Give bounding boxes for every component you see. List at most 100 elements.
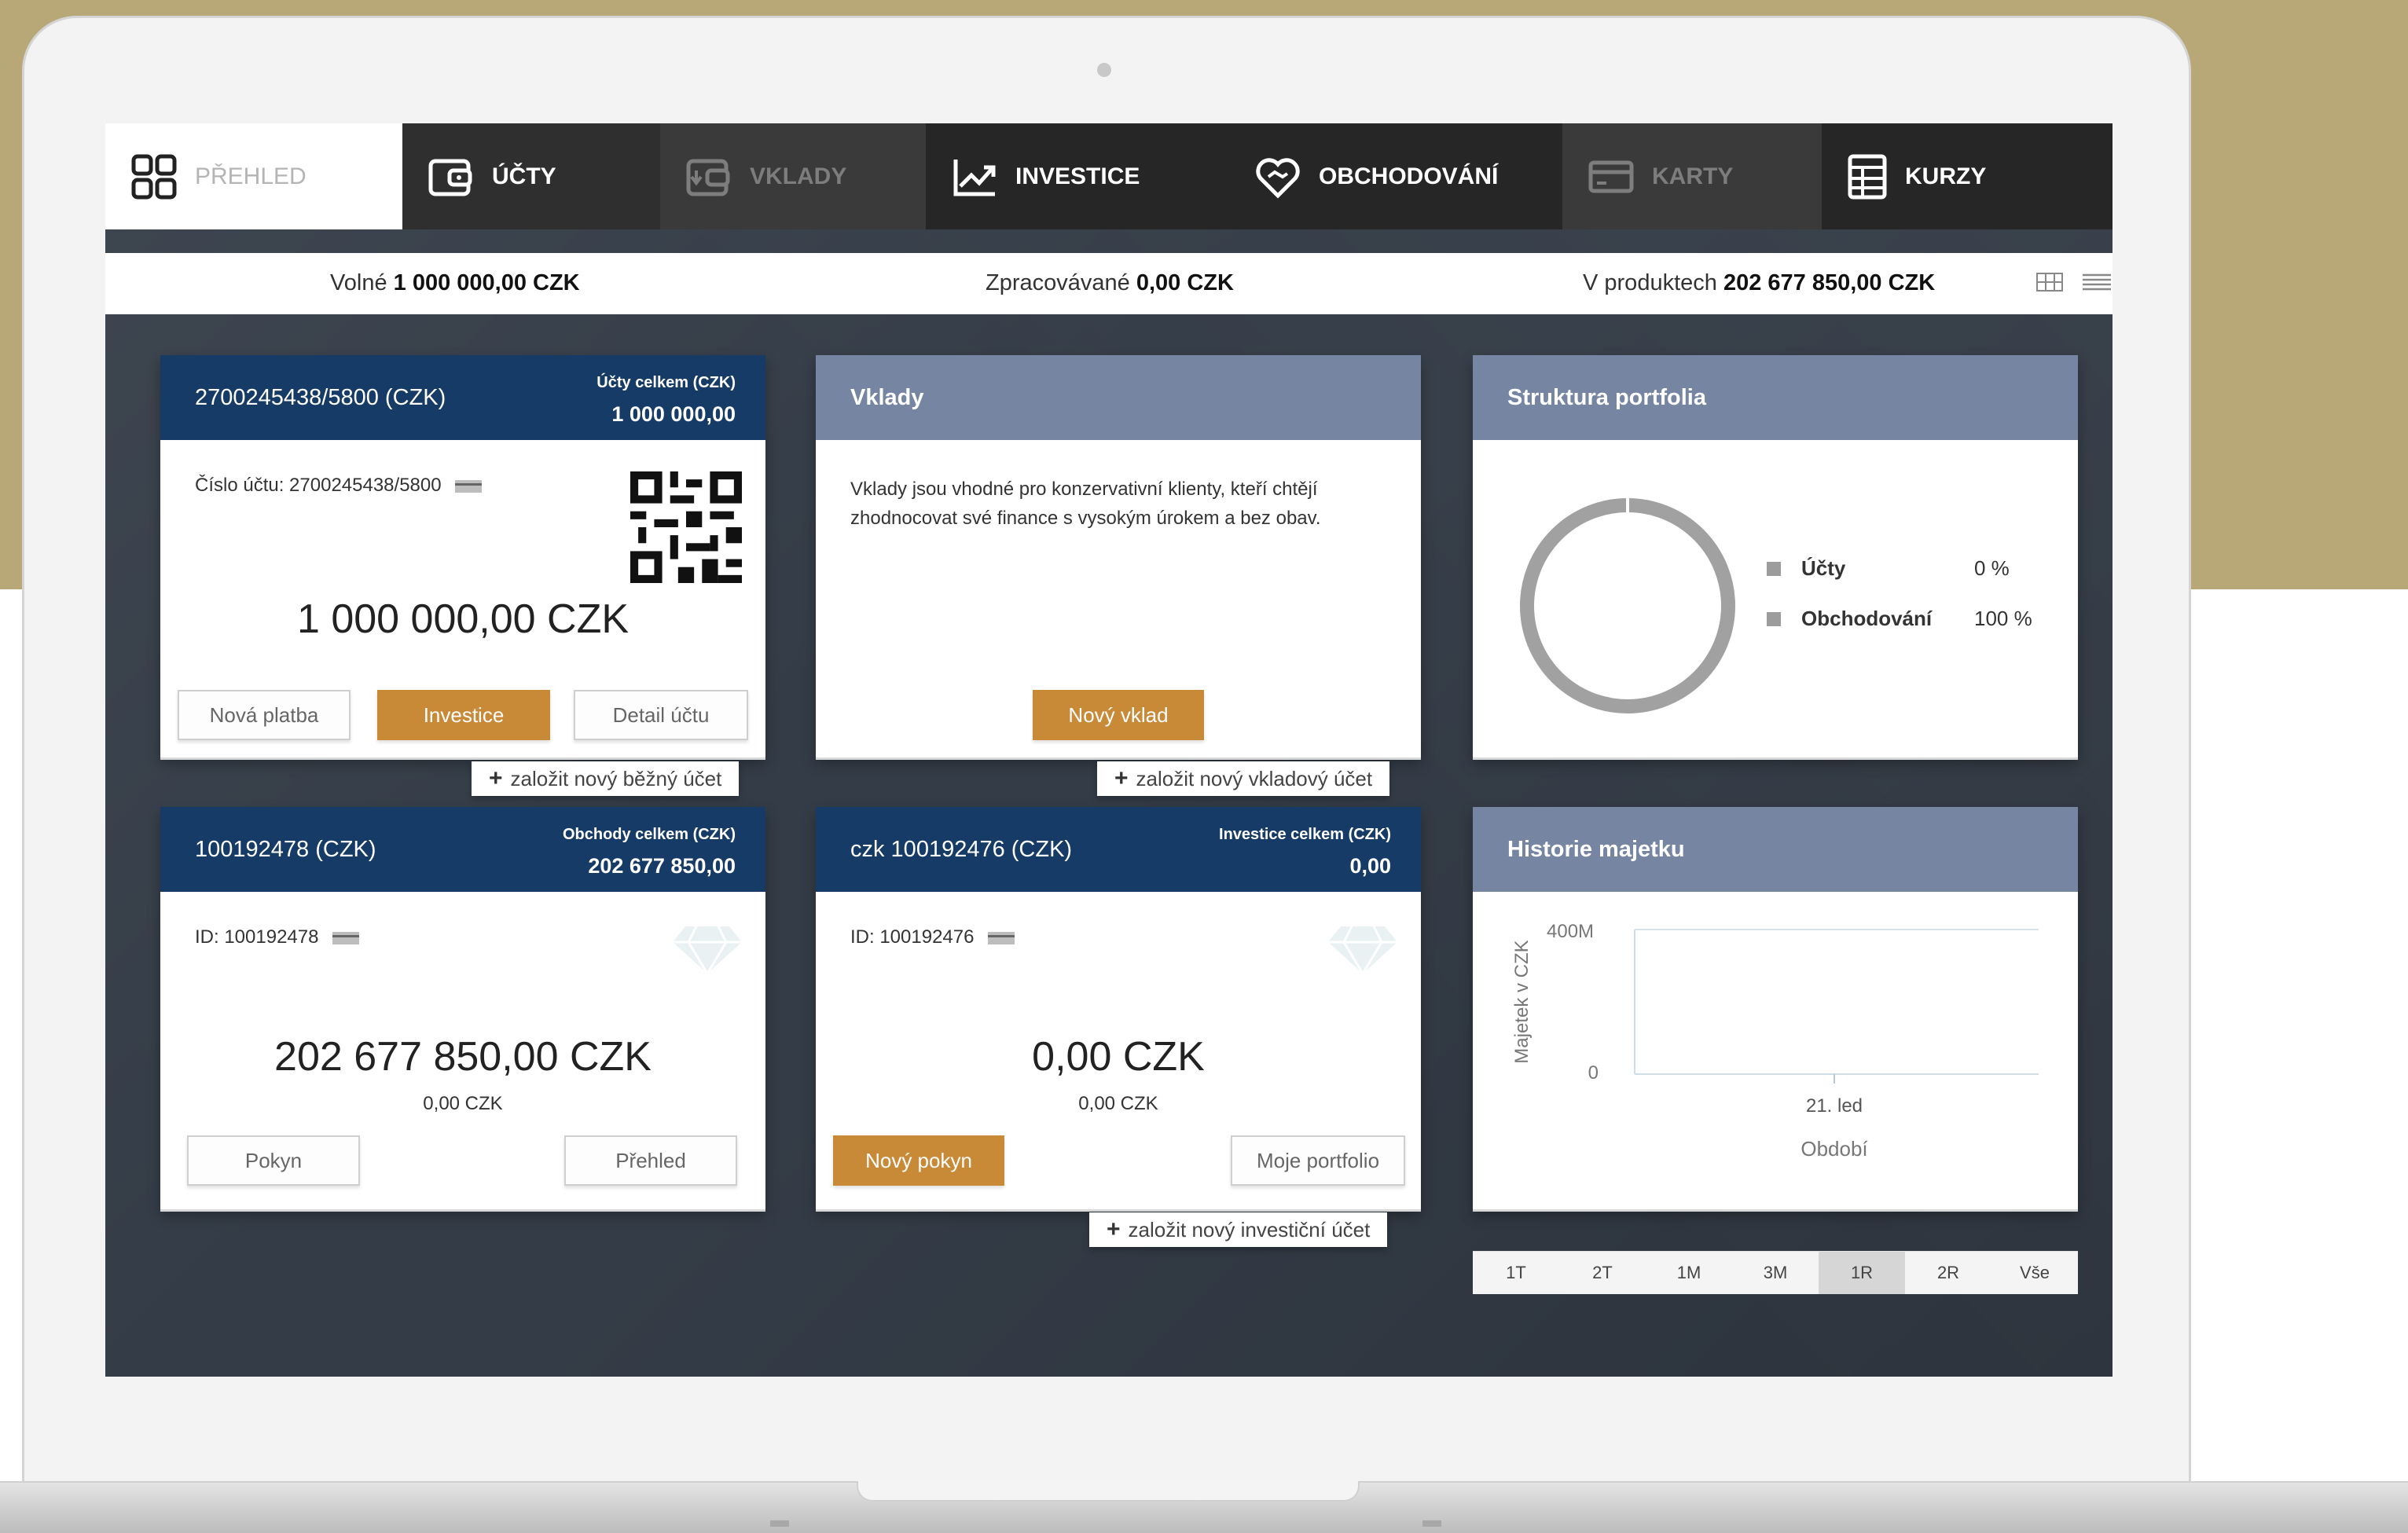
invest-button[interactable]: Investice xyxy=(377,690,550,740)
summary-products-label: V produktech xyxy=(1583,270,1717,295)
new-deposit-button[interactable]: Nový vklad xyxy=(1033,690,1204,740)
nav-label-investice: INVESTICE xyxy=(1015,163,1140,189)
nav-label-ucty: ÚČTY xyxy=(492,163,556,189)
summary-bar: Volné 1 000 000,00 CZK Zpracovávané 0,00… xyxy=(105,253,2113,314)
new-current-account-link[interactable]: + založit nový běžný účet xyxy=(472,761,740,796)
investment-card-title: czk 100192476 (CZK) xyxy=(850,837,1073,862)
view-toggle xyxy=(2035,270,2113,294)
deposits-description: Vklady jsou vhodné pro konzervativní kli… xyxy=(850,479,1321,529)
account-card: 2700245438/5800 (CZK) Účty celkem (CZK) … xyxy=(160,355,765,757)
grid-view-icon[interactable] xyxy=(2035,270,2064,294)
history-card-header: Historie majetku xyxy=(1473,807,2078,892)
nav-label-karty: KARTY xyxy=(1652,163,1734,189)
investment-card-header: czk 100192476 (CZK) Investice celkem (CZ… xyxy=(816,807,1421,892)
period-tab[interactable]: 3M xyxy=(1732,1252,1819,1294)
summary-processing-value: 0,00 CZK xyxy=(1136,270,1234,295)
nav-label-prehled: PŘEHLED xyxy=(195,163,307,189)
account-card-header: 2700245438/5800 (CZK) Účty celkem (CZK) … xyxy=(160,355,765,440)
trading-total-value: 202 677 850,00 xyxy=(588,854,736,878)
my-portfolio-button[interactable]: Moje portfolio xyxy=(1231,1135,1405,1186)
camera-dot xyxy=(1097,63,1111,77)
investment-total-label: Investice celkem (CZK) xyxy=(1219,826,1391,843)
nav-item-investice[interactable]: INVESTICE xyxy=(926,123,1229,229)
card-mini-icon xyxy=(455,479,483,493)
overview-button[interactable]: Přehled xyxy=(564,1135,737,1186)
qr-code-icon[interactable] xyxy=(630,471,742,583)
order-button[interactable]: Pokyn xyxy=(187,1135,360,1186)
trading-id-text: ID: 100192478 xyxy=(195,926,319,948)
period-tab[interactable]: 1M xyxy=(1646,1252,1732,1294)
plus-icon: + xyxy=(1107,1216,1121,1242)
new-deposit-account-link[interactable]: + založit nový vkladový účet xyxy=(1097,761,1390,796)
summary-products-value: 202 677 850,00 CZK xyxy=(1723,270,1936,295)
new-current-account-label: založit nový běžný účet xyxy=(510,766,722,790)
list-view-icon[interactable] xyxy=(2081,270,2113,294)
nav-item-karty[interactable]: KARTY xyxy=(1562,123,1822,229)
card-icon xyxy=(1588,160,1634,193)
table-grid-icon xyxy=(1848,154,1887,199)
new-investment-account-label: založit nový investiční účet xyxy=(1128,1217,1371,1241)
nav-item-vklady[interactable]: VKLADY xyxy=(660,123,926,229)
summary-free-value: 1 000 000,00 CZK xyxy=(393,270,580,295)
nav-label-vklady: VKLADY xyxy=(750,163,847,189)
trading-card-title: 100192478 (CZK) xyxy=(195,837,376,862)
legend-name: Obchodování xyxy=(1801,607,1933,630)
period-tab[interactable]: 2T xyxy=(1559,1252,1646,1294)
new-payment-button[interactable]: Nová platba xyxy=(178,690,351,740)
plus-icon: + xyxy=(1114,765,1129,791)
nav-item-kurzy[interactable]: KURZY xyxy=(1822,123,2113,229)
handshake-heart-icon xyxy=(1256,157,1300,199)
period-tab[interactable]: Vše xyxy=(1991,1252,2078,1294)
legend-row-ucty: Účty 0 % xyxy=(1767,556,2065,581)
account-card-title: 2700245438/5800 (CZK) xyxy=(195,385,446,410)
account-number-line: Číslo účtu: 2700245438/5800 xyxy=(195,475,483,497)
x-axis-label: Období xyxy=(1800,1137,1868,1161)
deposits-card-header: Vklady xyxy=(816,355,1421,440)
legend-value: 0 % xyxy=(1974,556,2010,580)
donut-ring-obchodovani xyxy=(1520,498,1735,713)
trading-card: 100192478 (CZK) Obchody celkem (CZK) 202… xyxy=(160,807,765,1209)
period-tab[interactable]: 1R xyxy=(1819,1252,1905,1294)
deposits-card-title: Vklady xyxy=(850,385,924,410)
investment-id-text: ID: 100192476 xyxy=(850,926,975,948)
investment-secondary-amount: 0,00 CZK xyxy=(1078,1093,1158,1114)
trading-id-line: ID: 100192478 xyxy=(195,926,360,948)
investment-id-line: ID: 100192476 xyxy=(850,926,1015,948)
deposits-card: Vklady Vklady jsou vhodné pro konzervati… xyxy=(816,355,1421,757)
chart-line-icon xyxy=(953,159,996,196)
legend-swatch xyxy=(1767,561,1781,576)
legend-name: Účty xyxy=(1801,556,1846,580)
trading-balance: 202 677 850,00 CZK xyxy=(274,1034,652,1080)
nav-item-prehled[interactable]: PŘEHLED xyxy=(105,123,402,229)
account-balance: 1 000 000,00 CZK xyxy=(296,596,630,642)
diamond-icon xyxy=(673,926,742,974)
nav-label-obchodovani: OBCHODOVÁNÍ xyxy=(1319,163,1499,189)
nav-item-obchodovani[interactable]: OBCHODOVÁNÍ xyxy=(1229,123,1562,229)
new-investment-account-link[interactable]: + založit nový investiční účet xyxy=(1089,1212,1388,1247)
deposit-icon xyxy=(686,159,730,196)
dashboard-grid-icon xyxy=(131,154,177,199)
new-order-button[interactable]: Nový pokyn xyxy=(833,1135,1004,1186)
main-nav: PŘEHLED ÚČTY VKLADY INVESTICE OBCHODOVÁN… xyxy=(105,123,2113,229)
card-mini-icon xyxy=(988,931,1015,944)
legend-swatch xyxy=(1767,611,1781,626)
portfolio-structure-card: Struktura portfolia Účty 0 % Obchodování… xyxy=(1473,355,2078,757)
laptop-foot-right xyxy=(1422,1520,1441,1527)
account-detail-button[interactable]: Detail účtu xyxy=(574,690,748,740)
portfolio-donut-chart xyxy=(1520,498,1735,713)
investment-card: czk 100192476 (CZK) Investice celkem (CZ… xyxy=(816,807,1421,1209)
period-tab[interactable]: 1T xyxy=(1473,1252,1559,1294)
period-tab[interactable]: 2R xyxy=(1905,1252,1991,1294)
x-tick-label: 21. led xyxy=(1806,1095,1863,1117)
app-screen: PŘEHLED ÚČTY VKLADY INVESTICE OBCHODOVÁN… xyxy=(105,123,2113,1377)
diamond-icon xyxy=(1328,926,1397,974)
history-card-title: Historie majetku xyxy=(1507,837,1685,862)
nav-item-ucty[interactable]: ÚČTY xyxy=(402,123,660,229)
investment-total-value: 0,00 xyxy=(1349,854,1391,878)
y-tick-label-top: 400M xyxy=(1547,921,1594,942)
period-tabs: 1T 2T 1M 3M 1R 2R Vše xyxy=(1473,1251,2078,1294)
trading-card-header: 100192478 (CZK) Obchody celkem (CZK) 202… xyxy=(160,807,765,892)
plus-icon: + xyxy=(489,765,503,791)
wallet-icon xyxy=(428,159,472,196)
portfolio-card-title: Struktura portfolia xyxy=(1507,385,1706,410)
